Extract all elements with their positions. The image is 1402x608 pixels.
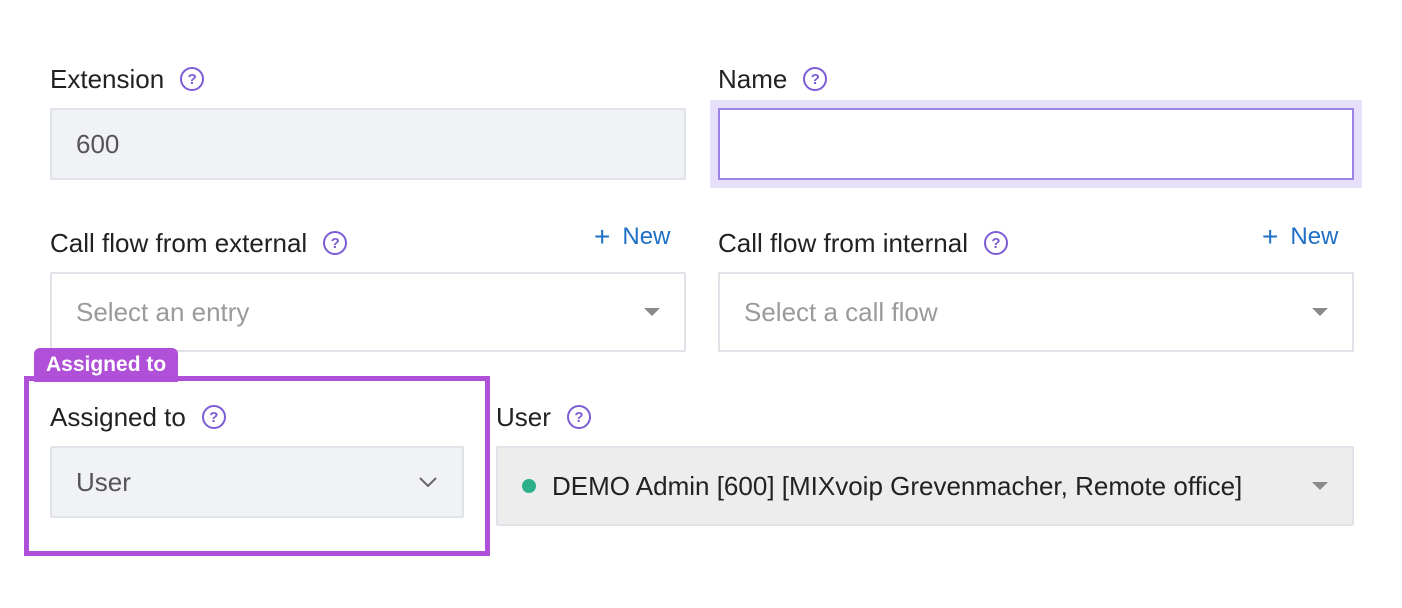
- extension-label-row: Extension ?: [50, 60, 205, 98]
- caret-down-icon: [644, 308, 660, 316]
- new-link-label: New: [622, 223, 671, 250]
- caret-down-icon: [1312, 482, 1328, 490]
- caret-down-icon: [1312, 308, 1328, 316]
- extension-field: 600: [50, 108, 686, 180]
- new-link-label: New: [1290, 223, 1339, 250]
- extension-value: 600: [76, 128, 120, 159]
- plus-icon: +: [1262, 221, 1279, 252]
- new-call-flow-external-link[interactable]: + New: [594, 220, 670, 254]
- call-flow-internal-label: Call flow from internal: [718, 227, 968, 258]
- name-label-row: Name ?: [718, 60, 828, 98]
- name-label: Name: [718, 63, 788, 94]
- call-flow-external-placeholder: Select an entry: [76, 296, 250, 327]
- user-label: User: [496, 401, 551, 432]
- call-flow-internal-select[interactable]: Select a call flow: [718, 272, 1354, 352]
- call-flow-internal-label-row: Call flow from internal ?: [718, 224, 1008, 262]
- question-circle-icon[interactable]: ?: [180, 67, 205, 91]
- status-dot-icon: [522, 479, 536, 493]
- assigned-to-label: Assigned to: [50, 401, 186, 432]
- plus-icon: +: [594, 221, 611, 252]
- assigned-to-select[interactable]: User: [50, 446, 464, 518]
- call-flow-internal-placeholder: Select a call flow: [744, 296, 938, 327]
- name-field-focus-ring: [710, 100, 1362, 188]
- name-input[interactable]: [718, 108, 1354, 180]
- question-circle-icon[interactable]: ?: [803, 67, 828, 91]
- extension-label: Extension: [50, 63, 165, 94]
- new-call-flow-internal-link[interactable]: + New: [1262, 220, 1338, 254]
- question-circle-icon[interactable]: ?: [566, 405, 591, 429]
- chevron-down-icon: [419, 477, 437, 488]
- question-circle-icon[interactable]: ?: [323, 231, 348, 255]
- assigned-to-label-row: Assigned to ?: [50, 398, 226, 436]
- call-flow-external-select[interactable]: Select an entry: [50, 272, 686, 352]
- call-flow-external-label: Call flow from external: [50, 227, 308, 258]
- user-select-content: DEMO Admin [600] [MIXvoip Grevenmacher, …: [522, 471, 1242, 502]
- user-select[interactable]: DEMO Admin [600] [MIXvoip Grevenmacher, …: [496, 446, 1354, 526]
- user-label-row: User ?: [496, 398, 591, 436]
- assigned-to-value: User: [76, 466, 131, 497]
- question-circle-icon[interactable]: ?: [983, 231, 1008, 255]
- user-value: DEMO Admin [600] [MIXvoip Grevenmacher, …: [552, 470, 1243, 501]
- question-circle-icon[interactable]: ?: [201, 405, 226, 429]
- call-flow-external-label-row: Call flow from external ?: [50, 224, 348, 262]
